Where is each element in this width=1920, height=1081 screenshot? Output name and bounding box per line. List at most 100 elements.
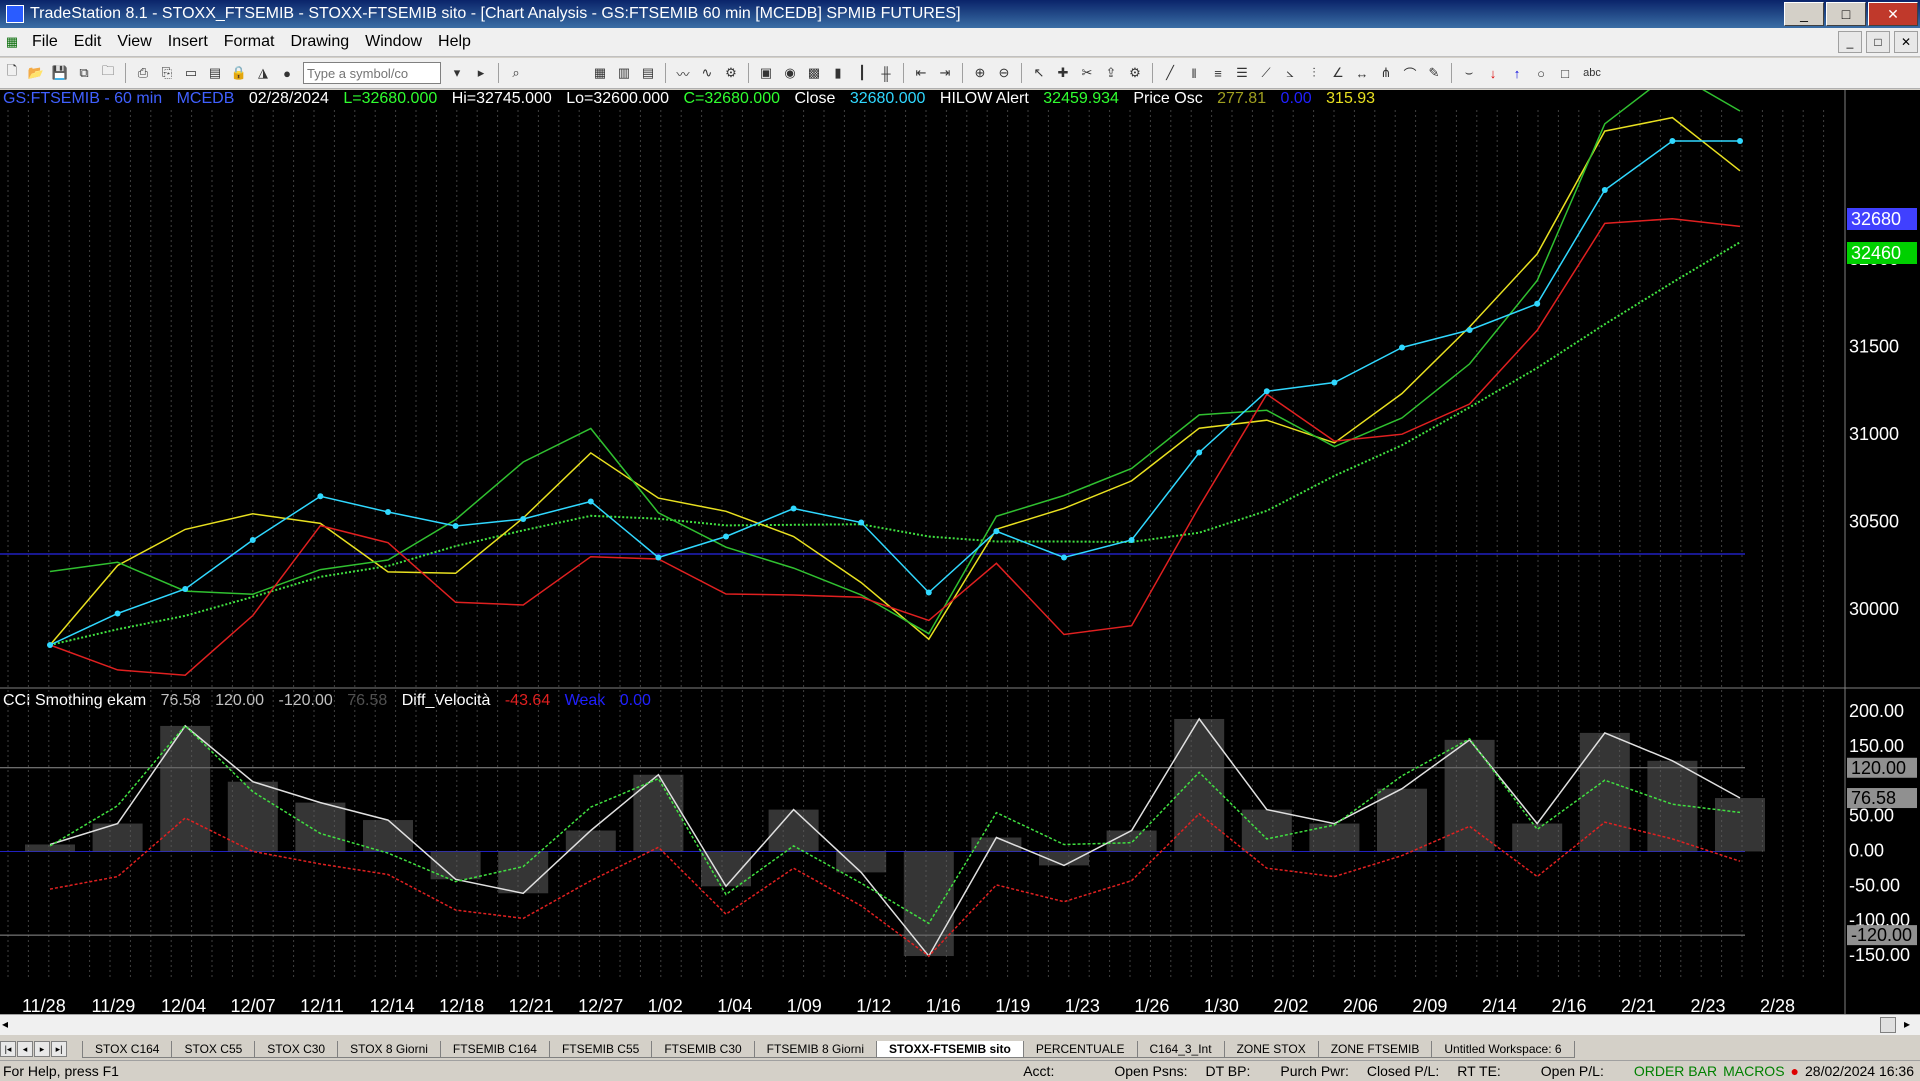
maximize-button[interactable]: □ xyxy=(1826,2,1866,26)
bar-icon[interactable]: ▮ xyxy=(828,63,848,83)
workspace-tab[interactable]: FTSEMIB C30 xyxy=(651,1040,755,1058)
menu-window[interactable]: Window xyxy=(357,33,430,51)
order-bar-button[interactable]: ORDER BAR xyxy=(1634,1063,1717,1079)
export-icon[interactable]: ⇪ xyxy=(1101,63,1121,83)
workspace-tab[interactable]: ZONE FTSEMIB xyxy=(1317,1040,1433,1058)
window-icon[interactable]: ▭ xyxy=(181,63,201,83)
workspace-tab[interactable]: STOX C30 xyxy=(254,1040,339,1058)
menu-file[interactable]: File xyxy=(24,33,66,51)
close-price-point[interactable] xyxy=(1128,537,1135,543)
scroll-right-button[interactable]: ▸ xyxy=(1904,1017,1910,1031)
workspace-tab[interactable]: C164_3_Int xyxy=(1136,1040,1225,1058)
print-icon[interactable]: ⎙ xyxy=(133,63,153,83)
save-icon[interactable]: 💾 xyxy=(50,63,70,83)
workspace-tab[interactable]: Untitled Workspace: 6 xyxy=(1431,1040,1575,1058)
scroll-left-icon[interactable]: ⇤ xyxy=(911,63,931,83)
menu-view[interactable]: View xyxy=(109,33,159,51)
menu-edit[interactable]: Edit xyxy=(66,33,110,51)
arrows-icon[interactable]: ↔ xyxy=(1352,63,1372,83)
close-price-point[interactable] xyxy=(1601,187,1608,193)
close-price-point[interactable] xyxy=(385,509,391,515)
macros-button[interactable]: MACROS xyxy=(1723,1063,1784,1079)
close-price-point[interactable] xyxy=(993,528,1000,535)
sheet-icon[interactable]: ▤ xyxy=(638,63,658,83)
close-price-point[interactable] xyxy=(925,589,932,596)
mdi-restore-button[interactable]: □ xyxy=(1866,31,1890,53)
workspace-tab[interactable]: FTSEMIB C55 xyxy=(548,1040,653,1058)
close-price-point[interactable] xyxy=(1534,300,1541,307)
scroll-thumb[interactable] xyxy=(1880,1017,1896,1033)
zoom-in-icon[interactable]: ⊕ xyxy=(970,63,990,83)
tab-prev-button[interactable]: ◂ xyxy=(17,1041,33,1057)
mdi-minimize-button[interactable]: _ xyxy=(1838,31,1862,53)
lock-icon[interactable]: 🔒 xyxy=(229,63,249,83)
text-icon[interactable]: abc xyxy=(1579,63,1605,83)
workspace-tab[interactable]: FTSEMIB 8 Giorni xyxy=(753,1040,878,1058)
close-price-point[interactable] xyxy=(1263,388,1270,395)
close-price-point[interactable] xyxy=(1061,554,1067,561)
candle-icon[interactable]: ┃ xyxy=(852,63,872,83)
symbol-input[interactable] xyxy=(303,62,441,84)
close-price-point[interactable] xyxy=(1466,327,1473,333)
trendline-icon[interactable]: ╱ xyxy=(1160,63,1180,83)
menu-insert[interactable]: Insert xyxy=(160,33,216,51)
minimize-button[interactable]: _ xyxy=(1784,2,1824,26)
pitchfork-icon[interactable]: ⋔ xyxy=(1376,63,1396,83)
close-price-point[interactable] xyxy=(1399,344,1405,351)
close-price-point[interactable] xyxy=(47,642,53,648)
menu-format[interactable]: Format xyxy=(216,33,283,51)
settings-icon[interactable]: ⚙ xyxy=(1125,63,1145,83)
angle-icon[interactable]: ∠ xyxy=(1328,63,1348,83)
open-icon[interactable]: 📂 xyxy=(26,63,46,83)
ohlc-icon[interactable]: ╫ xyxy=(876,63,896,83)
close-price-point[interactable] xyxy=(182,586,189,592)
workspace-tab[interactable]: STOX C164 xyxy=(82,1040,173,1058)
chart-analysis-window[interactable]: GS:FTSEMIB - 60 min MCEDB 02/28/2024 L=3… xyxy=(0,90,1920,1025)
dropdown-arrow-icon[interactable]: ▾ xyxy=(447,63,467,83)
workspace-tab[interactable]: ZONE STOX xyxy=(1223,1040,1319,1058)
ellipse-icon[interactable]: ○ xyxy=(1531,63,1551,83)
scroll-right-icon[interactable]: ⇥ xyxy=(935,63,955,83)
strategy-icon[interactable]: ⚙ xyxy=(721,63,741,83)
scroll-left-button[interactable]: ◂ xyxy=(2,1017,8,1031)
chart-window-icon[interactable]: ▣ xyxy=(756,63,776,83)
indicator-icon[interactable]: ∿ xyxy=(697,63,717,83)
close-price-point[interactable] xyxy=(723,533,729,540)
workspace-tab[interactable]: FTSEMIB C164 xyxy=(439,1040,550,1058)
close-price-point[interactable] xyxy=(587,498,594,505)
matrix-icon[interactable]: ▩ xyxy=(804,63,824,83)
radar-icon[interactable]: ◉ xyxy=(780,63,800,83)
gann-icon[interactable]: ⦣ xyxy=(1280,63,1300,83)
down-arrow-icon[interactable]: ↓ xyxy=(1483,63,1503,83)
close-button[interactable]: ✕ xyxy=(1868,2,1918,26)
workspace-tab[interactable]: STOX C55 xyxy=(171,1040,256,1058)
horizontal-scrollbar[interactable]: ◂ ▸ xyxy=(0,1014,1920,1035)
mdi-close-button[interactable]: ✕ xyxy=(1894,31,1918,53)
grid-icon[interactable]: ▦ xyxy=(590,63,610,83)
table-icon[interactable]: ▥ xyxy=(614,63,634,83)
copy-icon[interactable]: ⧉ xyxy=(74,63,94,83)
new-icon[interactable]: 🗋 xyxy=(2,63,22,83)
rectangle-icon[interactable]: □ xyxy=(1555,63,1575,83)
pencil-icon[interactable]: ✎ xyxy=(1424,63,1444,83)
tools-icon[interactable]: ✂ xyxy=(1077,63,1097,83)
close-price-point[interactable] xyxy=(1669,138,1676,144)
price-chart[interactable]: 32000315003100030500300003268032460200.0… xyxy=(0,90,1920,1025)
palette-icon[interactable]: ● xyxy=(277,63,297,83)
menu-help[interactable]: Help xyxy=(430,33,479,51)
close-price-point[interactable] xyxy=(1331,379,1338,386)
binoculars-icon[interactable]: ⌕ xyxy=(506,63,526,83)
tab-next-button[interactable]: ▸ xyxy=(34,1041,50,1057)
close-price-point[interactable] xyxy=(452,523,459,529)
fib-icon[interactable]: ⫶ xyxy=(1304,63,1324,83)
zoom-out-icon[interactable]: ⊖ xyxy=(994,63,1014,83)
tab-first-button[interactable]: |◂ xyxy=(0,1041,16,1057)
cycle-icon[interactable]: ⌒ xyxy=(1400,63,1420,83)
workspace-tab[interactable]: STOXX-FTSEMIB sito xyxy=(876,1040,1024,1058)
folder-icon[interactable]: 🗀 xyxy=(98,63,118,83)
close-price-point[interactable] xyxy=(114,610,121,617)
close-price-point[interactable] xyxy=(1196,449,1203,456)
tab-last-button[interactable]: ▸| xyxy=(51,1041,67,1057)
line-chart-icon[interactable]: 〰 xyxy=(673,63,693,83)
windows-icon[interactable]: ▤ xyxy=(205,63,225,83)
